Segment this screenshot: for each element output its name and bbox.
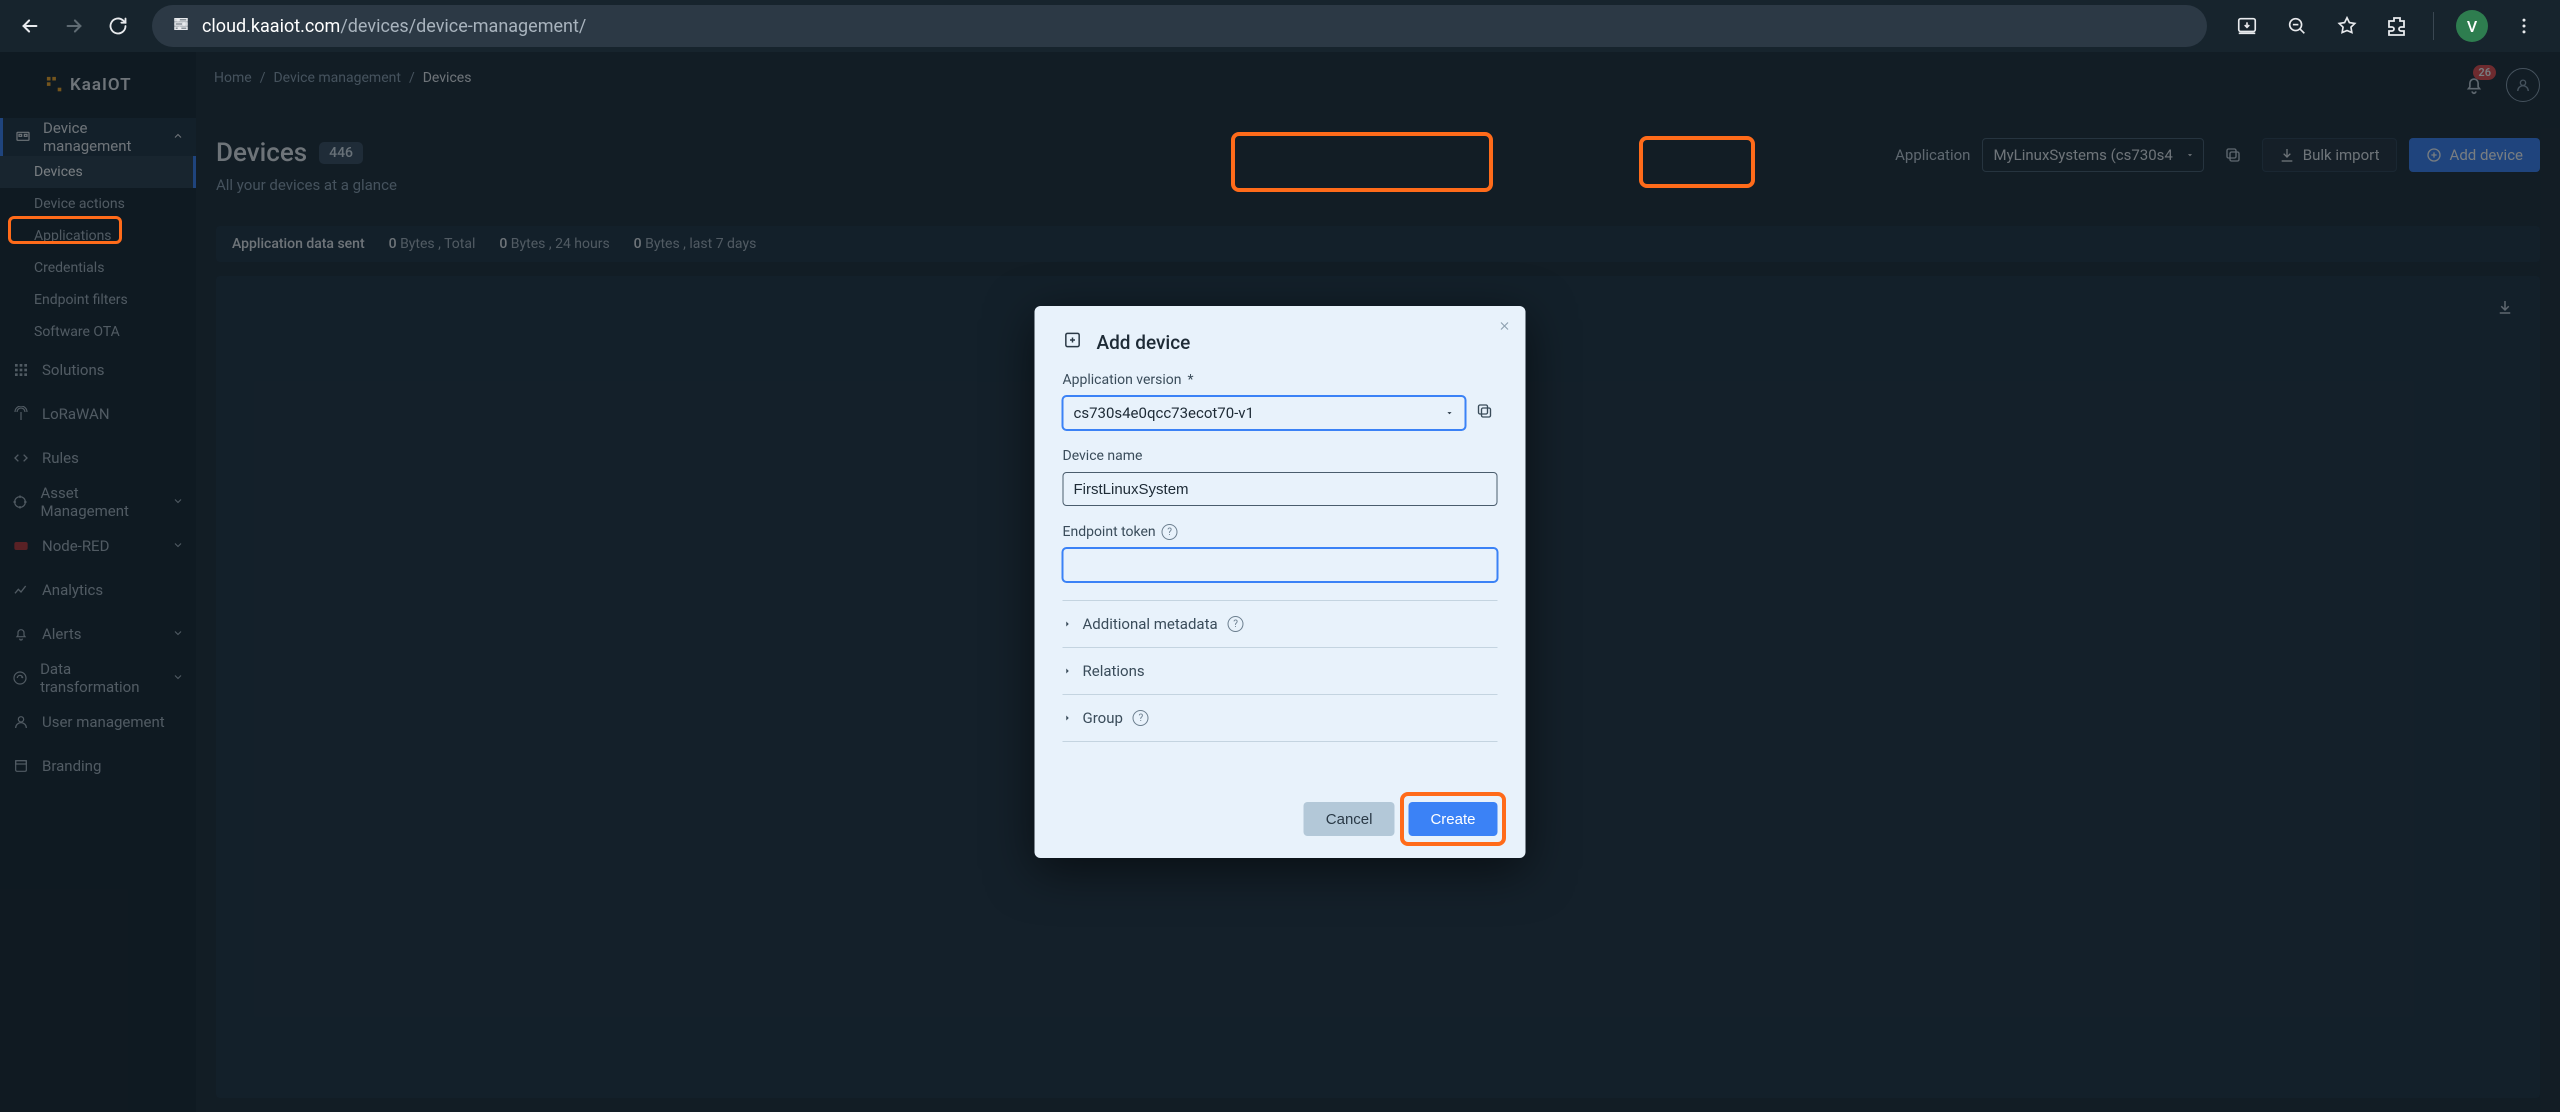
expander-additional-metadata[interactable]: Additional metadata ? xyxy=(1063,600,1498,647)
help-icon[interactable]: ? xyxy=(1133,710,1149,726)
extensions-icon[interactable] xyxy=(2383,12,2411,40)
copy-icon[interactable] xyxy=(1476,402,1498,424)
endpoint-token-label: Endpoint token xyxy=(1063,524,1156,540)
device-name-label: Device name xyxy=(1063,448,1143,464)
back-button[interactable] xyxy=(12,8,48,44)
bookmark-star-icon[interactable] xyxy=(2333,12,2361,40)
url-path: /devices/device-management/ xyxy=(340,16,586,37)
reload-button[interactable] xyxy=(100,8,136,44)
device-name-input[interactable] xyxy=(1063,472,1498,506)
forward-button[interactable] xyxy=(56,8,92,44)
endpoint-token-input[interactable] xyxy=(1063,548,1498,582)
help-icon[interactable]: ? xyxy=(1228,616,1244,632)
expander-group[interactable]: Group ? xyxy=(1063,694,1498,742)
install-app-icon[interactable] xyxy=(2233,12,2261,40)
close-icon[interactable] xyxy=(1498,318,1512,337)
modal-title: Add device xyxy=(1097,331,1191,354)
help-icon[interactable]: ? xyxy=(1162,524,1178,540)
cancel-button[interactable]: Cancel xyxy=(1304,802,1395,836)
zoom-icon[interactable] xyxy=(2283,12,2311,40)
add-device-icon xyxy=(1063,330,1083,354)
kebab-menu-icon[interactable] xyxy=(2510,12,2538,40)
url-domain: cloud.kaaiot.com xyxy=(202,16,340,37)
create-button[interactable]: Create xyxy=(1408,802,1497,836)
browser-toolbar: cloud.kaaiot.com/devices/device-manageme… xyxy=(0,0,2560,52)
site-settings-icon[interactable] xyxy=(172,15,190,38)
application-version-select[interactable]: cs730s4e0qcc73ecot70-v1 xyxy=(1063,396,1466,430)
address-bar[interactable]: cloud.kaaiot.com/devices/device-manageme… xyxy=(152,5,2207,47)
expander-relations[interactable]: Relations xyxy=(1063,647,1498,694)
app-version-label: Application version xyxy=(1063,372,1182,388)
add-device-modal: Add device Application version* cs730s4e… xyxy=(1035,306,1526,858)
profile-avatar[interactable]: V xyxy=(2456,10,2488,42)
